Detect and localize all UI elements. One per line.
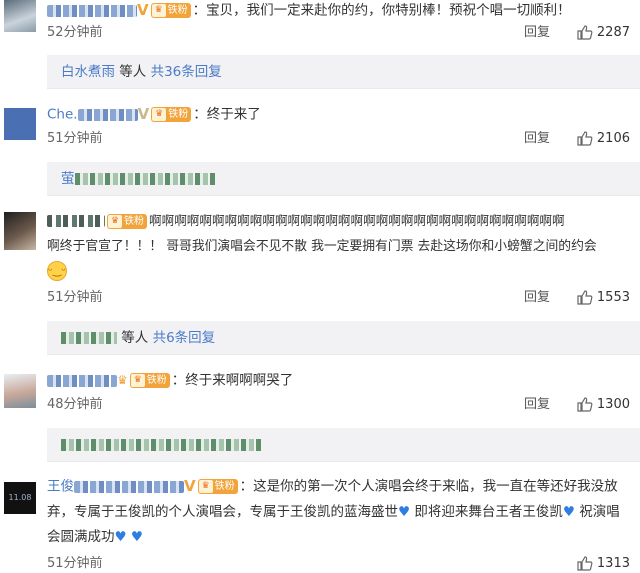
comment-text: ：宝贝，我们一定来赴你的约，你特别棒！预祝个唱一切顺利！ bbox=[192, 2, 571, 19]
thumbs-up-icon bbox=[577, 397, 593, 412]
verified-icon: V bbox=[137, 1, 149, 19]
comment-text: ：终于来啊啊啊哭了 bbox=[171, 372, 294, 389]
timestamp: 48分钟前 bbox=[47, 397, 103, 412]
comment-text-line3: 会圆满成功 bbox=[47, 528, 115, 545]
comment-text-line1: 啊啊啊啊啊啊啊啊啊啊啊啊啊啊啊啊啊啊啊啊啊啊啊啊啊啊啊啊啊啊啊啊啊 bbox=[149, 213, 565, 228]
sub-reply-user[interactable]: 萤 bbox=[61, 171, 75, 187]
avatar[interactable] bbox=[4, 108, 36, 140]
like-button[interactable]: 1313 bbox=[577, 552, 630, 573]
crown-icon: ♛ bbox=[152, 108, 167, 121]
sub-reply-blurred[interactable] bbox=[61, 332, 117, 344]
fan-badge: ♛ 铁粉 bbox=[197, 479, 238, 494]
fan-badge: ♛ 铁粉 bbox=[150, 3, 191, 18]
blue-heart-icon: ♥ bbox=[398, 503, 411, 520]
like-count: 1313 bbox=[596, 556, 630, 571]
like-count: 1553 bbox=[596, 290, 630, 305]
thumbs-up-icon bbox=[577, 131, 593, 146]
reply-button[interactable]: 回复 bbox=[524, 393, 550, 417]
username-blurred[interactable] bbox=[47, 374, 117, 387]
sub-reply-blurred bbox=[74, 173, 215, 185]
reply-button[interactable]: 回复 bbox=[524, 21, 550, 45]
like-count: 2287 bbox=[596, 25, 630, 40]
username[interactable] bbox=[47, 4, 137, 17]
sub-reply-preview[interactable]: 萤 bbox=[47, 162, 640, 196]
comment-text-line2: 啊终于官宣了！！！ 哥哥我们演唱会不见不散 我一定要拥有门票 去赴这场你和小螃蟹… bbox=[47, 239, 597, 254]
thumbs-up-icon bbox=[577, 25, 593, 40]
timestamp: 52分钟前 bbox=[47, 25, 103, 40]
like-count: 2106 bbox=[596, 131, 630, 146]
blue-heart-icon: ♥ bbox=[562, 503, 576, 520]
timestamp: 51分钟前 bbox=[47, 290, 103, 305]
avatar[interactable] bbox=[4, 0, 36, 32]
sub-reply-user[interactable]: 白水煮雨 bbox=[61, 64, 115, 80]
sub-reply-preview[interactable]: 白水煮雨 等人 共36条回复 bbox=[47, 55, 640, 89]
crown-icon: ♛ bbox=[108, 214, 122, 228]
like-button[interactable]: 1553 bbox=[577, 286, 630, 310]
username-blurred bbox=[74, 480, 184, 493]
comment-text-line1: ：这是你的第一次个人演唱会终于来临，我一直在等还好我没放 bbox=[239, 478, 618, 495]
crown-icon: ♛ bbox=[151, 4, 166, 17]
avatar[interactable]: 11.08 bbox=[4, 482, 36, 514]
sub-reply-blurred[interactable] bbox=[61, 439, 261, 451]
reply-button[interactable]: 回复 bbox=[524, 286, 550, 310]
crown-icon: ♛ bbox=[198, 480, 213, 493]
timestamp: 51分钟前 bbox=[47, 131, 103, 146]
like-button[interactable]: 2287 bbox=[577, 21, 630, 45]
timestamp: 51分钟前 bbox=[47, 556, 103, 571]
thumbs-up-icon bbox=[577, 556, 593, 571]
like-button[interactable]: 2106 bbox=[577, 127, 630, 151]
username[interactable]: Che. bbox=[47, 107, 78, 123]
fan-badge: ♛ 铁粉 bbox=[151, 107, 192, 122]
reply-button[interactable]: 回复 bbox=[524, 127, 550, 151]
fan-badge: ♛ 铁粉 bbox=[129, 373, 170, 388]
sub-reply-count[interactable]: 共36条回复 bbox=[151, 64, 222, 80]
blue-heart-icon: ♥ ♥ bbox=[114, 528, 144, 545]
verified-icon: V bbox=[184, 477, 196, 495]
grin-emoji-icon: ᵕ‿ᵕ bbox=[47, 261, 67, 281]
username[interactable]: 王俊 bbox=[47, 479, 74, 495]
crown-icon: ♛ bbox=[130, 374, 145, 387]
thumbs-up-icon bbox=[577, 290, 593, 305]
like-button[interactable]: 1300 bbox=[577, 393, 630, 417]
comment-text-line2: 弃，专属于王俊凯的个人演唱会，专属于王俊凯的蓝海盛世 bbox=[47, 503, 398, 520]
verified-icon: V bbox=[137, 105, 150, 123]
fan-badge: ♛ 铁粉 bbox=[107, 213, 147, 229]
crown-icon: ♛ bbox=[117, 373, 128, 387]
username-blurred bbox=[77, 108, 138, 121]
username-blurred[interactable] bbox=[47, 215, 105, 227]
comment-text: ：终于来了 bbox=[193, 106, 261, 123]
like-count: 1300 bbox=[596, 397, 630, 412]
avatar[interactable] bbox=[4, 374, 36, 408]
avatar[interactable] bbox=[4, 212, 36, 250]
sub-reply-preview[interactable] bbox=[47, 428, 640, 462]
sub-reply-count[interactable]: 共6条回复 bbox=[153, 330, 216, 346]
sub-reply-preview[interactable]: 等人 共6条回复 bbox=[47, 321, 640, 355]
